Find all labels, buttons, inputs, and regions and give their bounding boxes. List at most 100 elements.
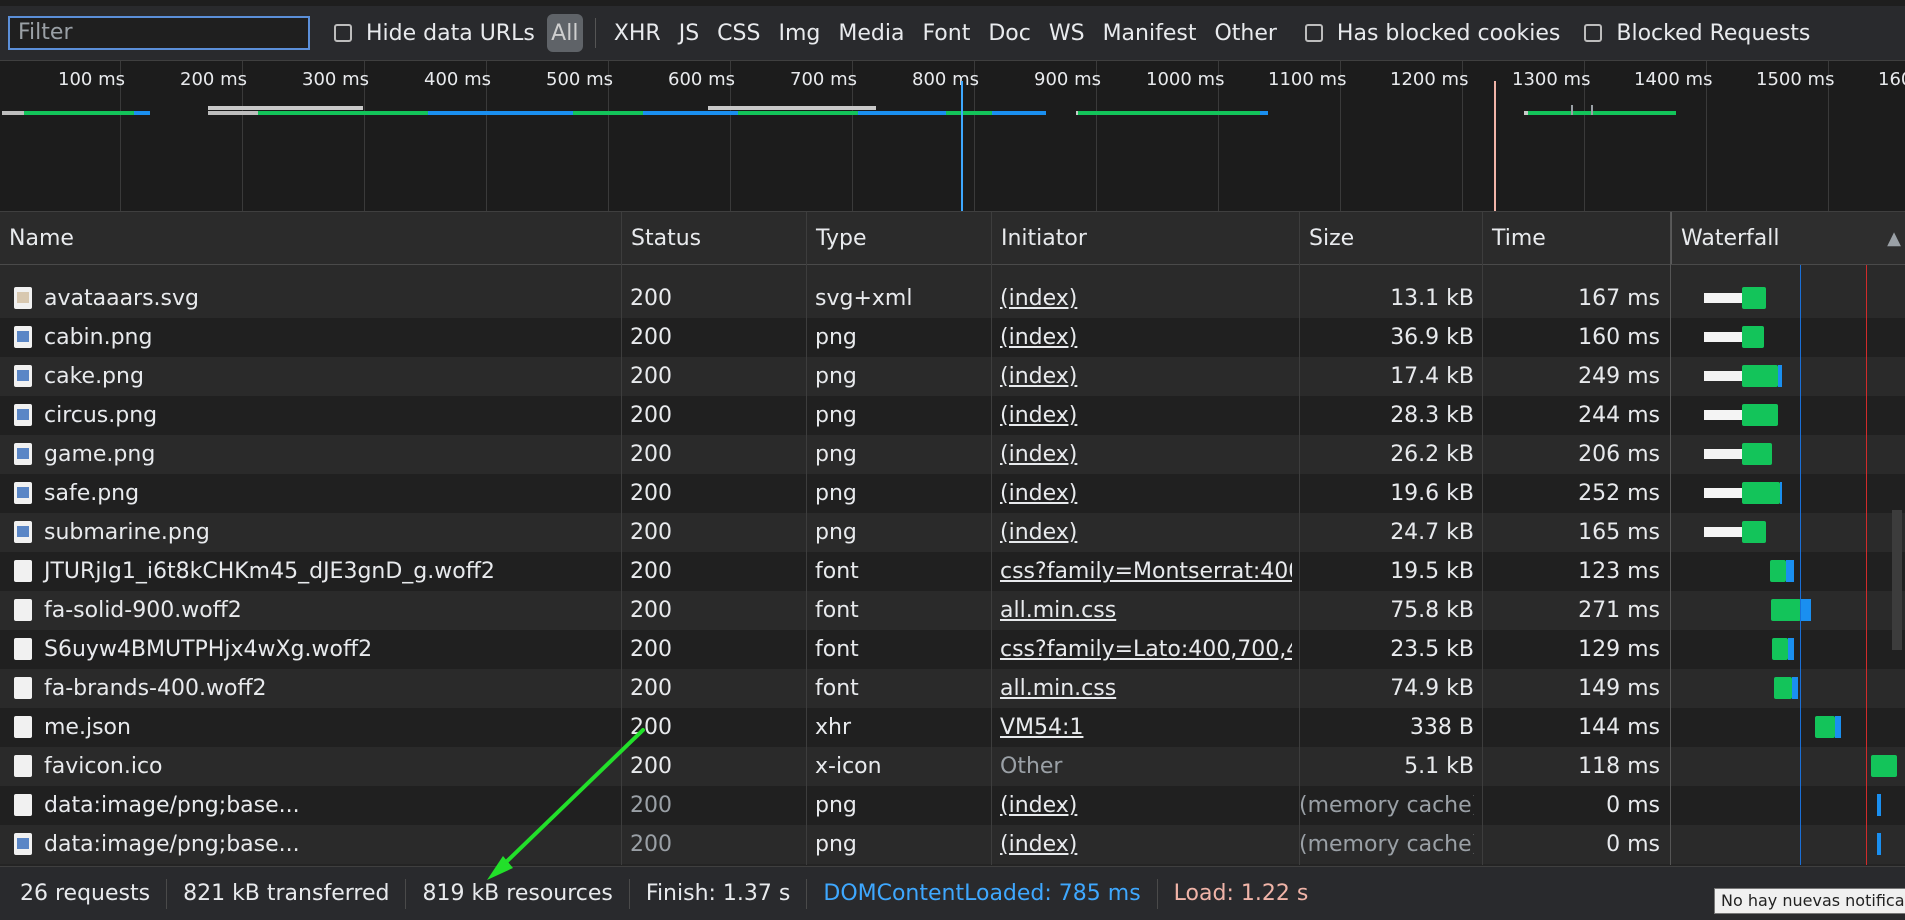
filter-all-button[interactable]: All: [546, 14, 583, 52]
row-name-cell[interactable]: fa-solid-900.woff2: [0, 591, 621, 630]
overview-bar: [643, 111, 738, 115]
table-row[interactable]: [0, 265, 1905, 279]
row-type-cell: font: [815, 598, 859, 623]
column-status-header[interactable]: Status: [621, 212, 806, 264]
filter-js[interactable]: JS: [679, 21, 699, 46]
table-row[interactable]: me.json 200 xhr VM54:1 338 B 144 ms: [0, 708, 1905, 747]
row-initiator-cell[interactable]: css?family=Lato:400,700,40...: [1000, 630, 1292, 669]
row-initiator-cell[interactable]: (index): [1000, 279, 1292, 318]
row-time-cell: 167 ms: [1578, 286, 1660, 311]
blocked-requests-checkbox[interactable]: Blocked Requests: [1584, 21, 1810, 46]
row-name-cell[interactable]: me.json: [0, 708, 621, 747]
row-type-cell: png: [815, 520, 857, 545]
row-initiator-cell[interactable]: (index): [1000, 435, 1292, 474]
waterfall-download-bar: [1815, 716, 1835, 738]
row-name-cell[interactable]: data:image/png;base...: [0, 786, 621, 825]
waterfall-receive-bar: [1786, 560, 1794, 582]
row-time-cell: 123 ms: [1578, 559, 1660, 584]
filter-media[interactable]: Media: [838, 21, 904, 46]
row-name-cell[interactable]: fa-brands-400.woff2: [0, 669, 621, 708]
overview-bar: [1571, 105, 1573, 115]
column-initiator-header[interactable]: Initiator: [991, 212, 1299, 264]
waterfall-download-bar: [1742, 365, 1778, 387]
row-name-cell[interactable]: favicon.ico: [0, 747, 621, 786]
row-name-cell[interactable]: cake.png: [0, 357, 621, 396]
table-row[interactable]: circus.png 200 png (index) 28.3 kB 244 ms: [0, 396, 1905, 435]
overview-tick-label: 700 ms: [790, 69, 857, 90]
table-row[interactable]: submarine.png 200 png (index) 24.7 kB 165 ms: [0, 513, 1905, 552]
row-size-cell: 24.7 kB: [1390, 520, 1474, 545]
waterfall-download-bar: [1742, 521, 1766, 543]
column-time-header[interactable]: Time: [1482, 212, 1670, 264]
overview-bar: [208, 106, 363, 110]
row-type-cell: png: [815, 403, 857, 428]
row-initiator-cell[interactable]: (index): [1000, 396, 1292, 435]
column-waterfall-header[interactable]: Waterfall ▲: [1670, 212, 1905, 264]
column-divider: [1482, 212, 1483, 865]
filter-img[interactable]: Img: [778, 21, 820, 46]
row-type-cell: png: [815, 832, 857, 857]
overview-tick-label: 1300 ms: [1512, 69, 1591, 90]
overview-bar: [258, 111, 428, 115]
row-name-cell[interactable]: JTURjIg1_i6t8kCHKm45_dJE3gnD_g.woff2: [0, 552, 621, 591]
row-name-cell[interactable]: cabin.png: [0, 318, 621, 357]
row-type-cell: x-icon: [815, 754, 882, 779]
table-row[interactable]: S6uyw4BMUTPHjx4wXg.woff2 200 font css?famil…: [0, 630, 1905, 669]
image-icon: [14, 482, 32, 504]
table-row[interactable]: safe.png 200 png (index) 19.6 kB 252 ms: [0, 474, 1905, 513]
column-size-header[interactable]: Size: [1299, 212, 1482, 264]
table-row[interactable]: data:image/png;base... 200 png (index) (memo…: [0, 786, 1905, 825]
table-row[interactable]: fa-solid-900.woff2 200 font all.min.css 75.8…: [0, 591, 1905, 630]
blocked-requests-label: Blocked Requests: [1616, 20, 1811, 46]
table-row[interactable]: data:image/png;base... 200 png (index) (memo…: [0, 825, 1905, 864]
row-size-cell: (memory cache): [1299, 832, 1474, 857]
table-row[interactable]: JTURjIg1_i6t8kCHKm45_dJE3gnD_g.woff2 200 f…: [0, 552, 1905, 591]
row-initiator-cell[interactable]: VM54:1: [1000, 708, 1292, 747]
timeline-overview[interactable]: 100 ms 200 ms 300 ms 400 ms 500 ms 600 m…: [0, 61, 1905, 212]
table-row[interactable]: game.png 200 png (index) 26.2 kB 206 ms: [0, 435, 1905, 474]
filter-input[interactable]: Filter: [8, 16, 310, 50]
row-name-cell[interactable]: submarine.png: [0, 513, 621, 552]
column-type-header[interactable]: Type: [806, 212, 991, 264]
row-name-cell[interactable]: data:image/png;base...: [0, 825, 621, 864]
filter-css[interactable]: CSS: [717, 21, 760, 46]
filter-ws[interactable]: WS: [1049, 21, 1085, 46]
row-initiator-cell[interactable]: (index): [1000, 357, 1292, 396]
waterfall-receive-bar: [1877, 794, 1881, 816]
row-initiator-cell[interactable]: (index): [1000, 318, 1292, 357]
has-blocked-cookies-checkbox[interactable]: Has blocked cookies: [1304, 21, 1560, 46]
row-name-cell[interactable]: avataaars.svg: [0, 279, 621, 318]
column-name-header[interactable]: Name: [0, 212, 621, 264]
table-row[interactable]: fa-brands-400.woff2 200 font all.min.css 74.…: [0, 669, 1905, 708]
hide-data-urls-checkbox[interactable]: Hide data URLs: [334, 21, 535, 46]
filter-xhr[interactable]: XHR: [614, 21, 661, 46]
row-size-cell: 13.1 kB: [1390, 286, 1474, 311]
row-initiator-cell[interactable]: all.min.css: [1000, 591, 1292, 630]
row-type-cell: png: [815, 442, 857, 467]
row-name-cell[interactable]: S6uyw4BMUTPHjx4wXg.woff2: [0, 630, 621, 669]
table-scrollbar[interactable]: [1892, 510, 1902, 650]
filter-other[interactable]: Other: [1214, 21, 1276, 46]
overview-tick-label: 1200 ms: [1390, 69, 1469, 90]
request-name: data:image/png;base...: [44, 832, 300, 857]
table-row[interactable]: favicon.ico 200 x-icon Other 5.1 kB 118 ms: [0, 747, 1905, 786]
row-initiator-cell[interactable]: all.min.css: [1000, 669, 1292, 708]
table-row[interactable]: cabin.png 200 png (index) 36.9 kB 160 ms: [0, 318, 1905, 357]
row-name-cell[interactable]: game.png: [0, 435, 621, 474]
row-initiator-cell[interactable]: css?family=Montserrat:400,...: [1000, 552, 1292, 591]
table-row[interactable]: cake.png 200 png (index) 17.4 kB 249 ms: [0, 357, 1905, 396]
row-initiator-cell[interactable]: (index): [1000, 474, 1292, 513]
filter-manifest[interactable]: Manifest: [1103, 21, 1197, 46]
filter-font[interactable]: Font: [922, 21, 970, 46]
row-name-cell[interactable]: circus.png: [0, 396, 621, 435]
table-row[interactable]: avataaars.svg 200 svg+xml (index) 13.1 kB 167…: [0, 279, 1905, 318]
row-status-cell: 200: [630, 832, 672, 857]
row-status-cell: 200: [630, 676, 672, 701]
filter-doc[interactable]: Doc: [988, 21, 1031, 46]
row-initiator-cell[interactable]: (index): [1000, 786, 1292, 825]
row-size-cell: 23.5 kB: [1390, 637, 1474, 662]
row-initiator-cell[interactable]: (index): [1000, 825, 1292, 864]
row-time-cell: 118 ms: [1578, 754, 1660, 779]
row-name-cell[interactable]: safe.png: [0, 474, 621, 513]
row-initiator-cell[interactable]: (index): [1000, 513, 1292, 552]
